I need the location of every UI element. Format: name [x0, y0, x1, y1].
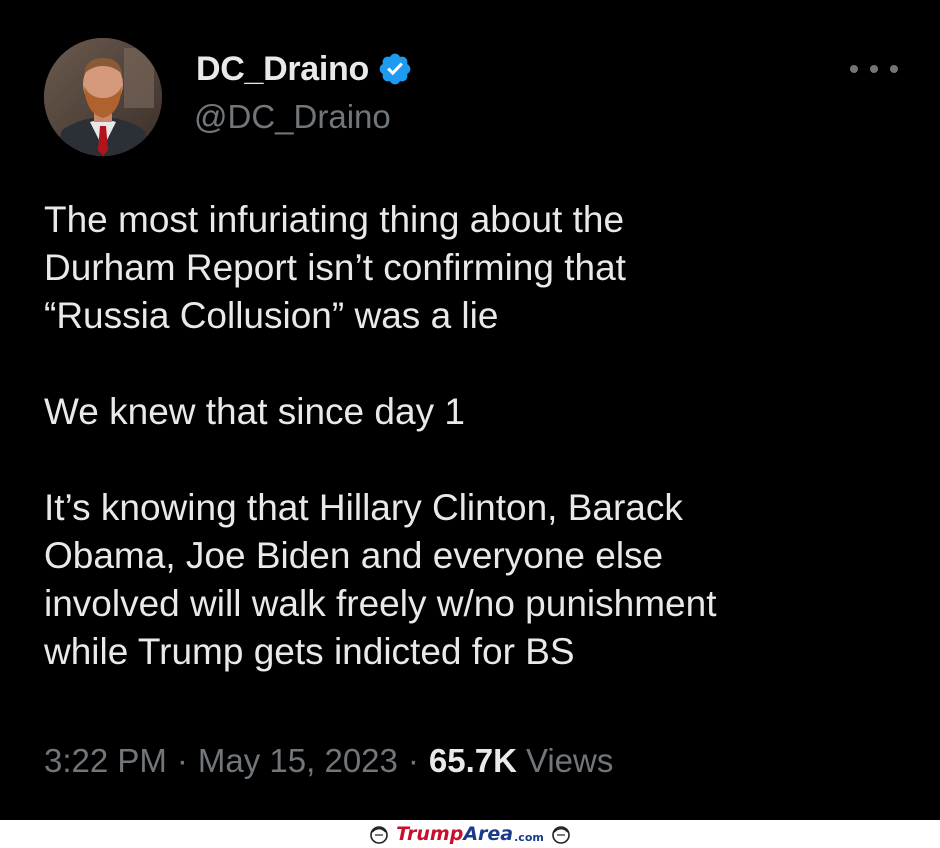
views-count: 65.7K	[428, 742, 517, 779]
tweet-meta: 3:22 PM · May 15, 2023 · 65.7K Views	[44, 742, 613, 780]
meta-separator: ·	[407, 742, 419, 779]
avatar-photo	[44, 38, 162, 156]
watermark: TrumpArea .com	[362, 823, 578, 845]
watermark-brand: TrumpArea	[396, 823, 513, 845]
more-dot	[870, 65, 878, 73]
author-display-name[interactable]: DC_Draino	[196, 50, 369, 89]
watermark-brand-b: Area	[463, 823, 514, 845]
tweet-time[interactable]: 3:22 PM	[44, 742, 167, 780]
verified-badge-icon	[377, 51, 413, 87]
tweet-card: DC_Draino @DC_Draino The most infuriatin…	[0, 0, 940, 820]
watermark-brand-a: Trump	[396, 823, 464, 845]
tweet-date[interactable]: May 15, 2023	[198, 742, 398, 780]
more-dot	[850, 65, 858, 73]
tweet-paragraph: The most infuriating thing about the Dur…	[44, 199, 626, 336]
tweet-paragraph: We knew that since day 1	[44, 391, 465, 432]
more-dot	[890, 65, 898, 73]
author-handle[interactable]: @DC_Draino	[194, 98, 391, 136]
watermark-bar: TrumpArea .com	[0, 820, 940, 848]
avatar[interactable]	[44, 38, 162, 156]
watermark-logo-icon	[370, 826, 388, 844]
views-label: Views	[525, 742, 614, 779]
watermark-suffix: .com	[514, 830, 544, 844]
more-options-icon[interactable]	[850, 56, 898, 82]
watermark-logo-icon	[552, 826, 570, 844]
tweet-text: The most infuriating thing about the Dur…	[44, 196, 914, 676]
tweet-paragraph: It’s knowing that Hillary Clinton, Barac…	[44, 487, 717, 672]
meta-separator: ·	[176, 742, 188, 779]
author-name-row: DC_Draino	[196, 48, 413, 90]
